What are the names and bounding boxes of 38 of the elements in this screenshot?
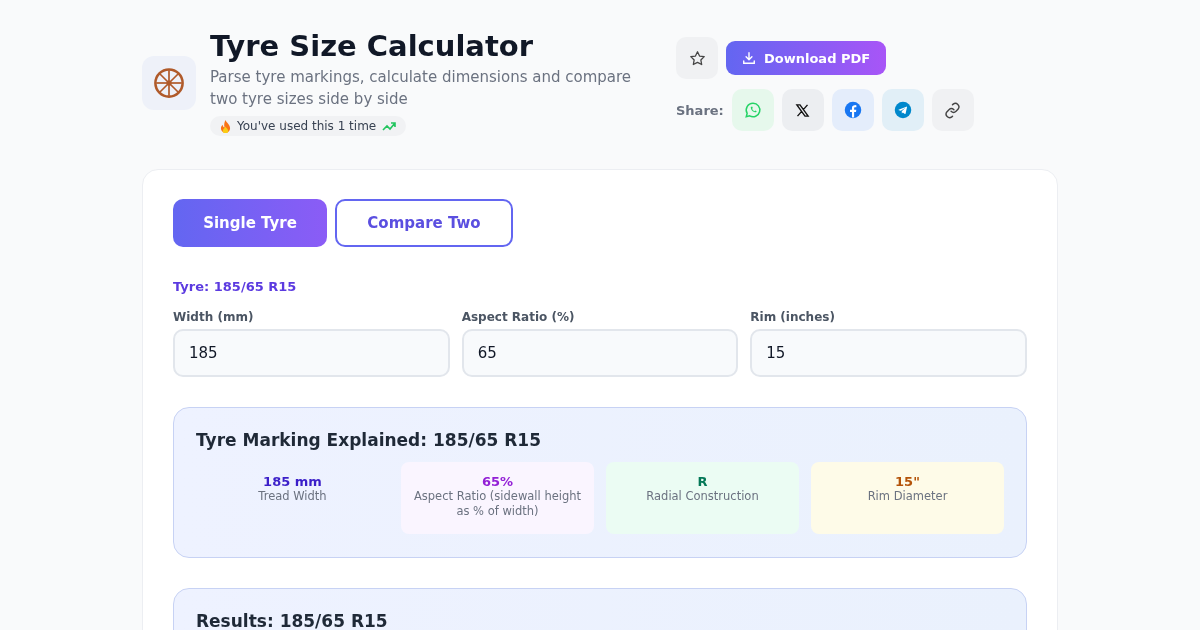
marking-caption: Rim Diameter <box>866 488 949 504</box>
download-icon <box>742 51 756 65</box>
mode-tab[interactable]: Single Tyre <box>173 198 327 247</box>
paper-plane-icon <box>893 101 912 119</box>
facebook-icon <box>843 101 862 119</box>
download-button[interactable]: Download PDF <box>726 41 887 75</box>
chat-bubble-icon <box>743 101 762 119</box>
share-button[interactable] <box>831 89 874 131</box>
field-label: Width (mm) <box>173 309 255 324</box>
page-title: Tyre Size Calculator <box>210 28 534 64</box>
tyre-size-label: Tyre: 185/65 R15 <box>173 278 298 294</box>
flame-icon <box>220 119 231 133</box>
field-label: Aspect Ratio (%) <box>461 309 576 324</box>
page-subtitle: Parse tyre markings, calculate dimensions and compare two tyre sizes side by side <box>210 67 633 110</box>
star-icon <box>688 49 706 67</box>
usage-text: You've used this 1 time <box>237 119 377 133</box>
number-field[interactable]: 15 <box>750 328 1027 377</box>
share-button[interactable] <box>781 89 824 131</box>
link-icon <box>944 101 962 119</box>
trend-up-icon <box>382 121 397 131</box>
number-field[interactable]: 185 <box>173 328 450 377</box>
marking-value: 65% <box>480 473 515 489</box>
wheel-icon <box>152 66 186 100</box>
share-label: Share: <box>676 102 724 118</box>
x-logo-icon <box>795 102 811 118</box>
panel-title: Results: 185/65 R15 <box>196 610 389 630</box>
favorite-button[interactable] <box>676 37 718 79</box>
marking-caption: Aspect Ratio (sidewall height as % of width) <box>412 488 583 519</box>
field-label: Rim (inches) <box>750 309 836 324</box>
marking-value: R <box>696 473 709 489</box>
share-button[interactable] <box>931 89 974 131</box>
mode-tab[interactable]: Compare Two <box>335 198 513 247</box>
marking-caption: Tread Width <box>257 488 328 504</box>
number-field[interactable]: 65 <box>461 328 739 377</box>
marking-value: 185 mm <box>262 473 323 489</box>
panel-title: Tyre Marking Explained: 185/65 R15 <box>196 429 542 450</box>
marking-value: 15" <box>894 473 921 489</box>
marking-caption: Radial Construction <box>645 488 760 504</box>
